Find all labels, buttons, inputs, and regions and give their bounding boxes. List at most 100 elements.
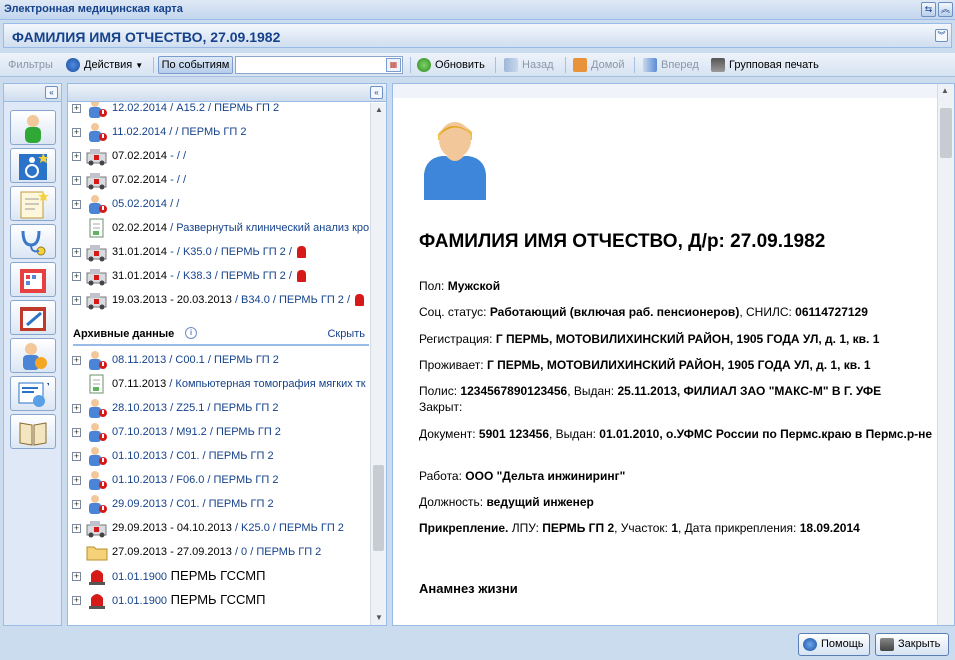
tree-row-text: 05.02.2014 / / [112,192,179,216]
nav-doctor-button[interactable] [10,338,56,373]
expand-toggle-icon[interactable]: + [72,248,81,257]
group-print-button[interactable]: Групповая печать [711,57,819,73]
archive-tree-row[interactable]: +01.01.1900 ПЕРМЬ ГССМП [72,564,370,588]
refresh-icon[interactable]: ⇆ [921,2,936,17]
anamnesis-heading: Анамнез жизни [419,581,518,596]
close-door-icon [880,638,894,651]
scroll-up-icon[interactable]: ▲ [374,105,384,115]
search-input[interactable] [235,56,403,74]
archive-tree-row[interactable]: +01.10.2013 / C01. / ПЕРМЬ ГП 2 [72,444,370,468]
tree-scrollbar[interactable]: ▲ ▼ [370,103,386,625]
doc-icon [86,374,108,394]
by-events-button[interactable]: По событиям [158,56,233,74]
group-print-label: Групповая печать [729,59,819,71]
expand-toggle-icon[interactable]: + [72,104,81,113]
chevron-up-icon[interactable]: ︽ [938,2,953,17]
tree-row[interactable]: 02.02.2014 / Развернутый клинический ана… [72,216,370,240]
archive-tree-row[interactable]: 27.09.2013 - 27.09.2013 / 0 / ПЕРМЬ ГП 2 [72,540,370,564]
archive-tree-row[interactable]: +01.10.2013 / F06.0 / ПЕРМЬ ГП 2 [72,468,370,492]
tree-row-text: 01.10.2013 / C01. / ПЕРМЬ ГП 2 [112,444,274,468]
tree-row-date: 07.02.2014 [112,150,168,162]
refresh-button[interactable]: Обновить [417,57,485,73]
archive-tree-row[interactable]: +08.11.2013 / C00.1 / ПЕРМЬ ГП 2 [72,348,370,372]
calendar-icon[interactable]: ▦ [386,58,401,72]
nav-report-button[interactable] [10,376,56,411]
close-button[interactable]: Закрыть [875,633,949,656]
back-button[interactable]: Назад [504,57,554,73]
collapse-left-icon[interactable]: « [45,86,58,99]
tree-row[interactable]: +05.02.2014 / / [72,192,370,216]
expand-toggle-icon[interactable]: + [72,128,81,137]
nav-certificate-button[interactable] [10,186,56,221]
expand-toggle-icon[interactable]: + [72,452,81,461]
archive-tree-row[interactable]: +28.10.2013 / Z25.1 / ПЕРМЬ ГП 2 [72,396,370,420]
expand-toggle-icon[interactable]: + [72,356,81,365]
nav-stethoscope-button[interactable] [10,224,56,259]
expand-toggle-icon[interactable]: + [72,176,81,185]
expand-toggle-icon[interactable]: + [72,476,81,485]
expand-toggle-icon[interactable]: + [72,596,81,605]
forward-button[interactable]: Вперед [643,57,699,73]
actions-menu-button[interactable]: Действия ▼ [66,57,143,73]
nav-schedule-button[interactable] [10,300,56,335]
alarm-icon [355,294,365,307]
expand-toggle-icon[interactable]: + [72,572,81,581]
nav-book-button[interactable] [10,414,56,449]
scroll-down-icon[interactable]: ▼ [374,613,384,623]
nav-disability-button[interactable] [10,148,56,183]
toolbar-separator [565,57,566,73]
patient-avatar-icon [424,122,486,200]
tree-row-desc: - / / [167,150,187,162]
scroll-up-icon[interactable]: ▲ [941,86,949,95]
arrow-right-icon [643,58,657,73]
help-button[interactable]: Помощь [798,633,870,656]
nav-calendar-button[interactable] [10,262,56,297]
left-nav-panel: « [3,83,62,626]
chevron-down-icon[interactable]: ︾ [935,29,948,42]
archive-tree-row[interactable]: +01.01.1900 ПЕРМЬ ГССМП [72,588,370,612]
expand-toggle-icon[interactable]: + [72,152,81,161]
detail-header-strip [393,84,954,98]
archive-tree-row[interactable]: 07.11.2013 / Компьютерная томография мяг… [72,372,370,396]
window-titlebar: Электронная медицинская карта ⇆ ︽ [0,0,955,20]
tree-row-date: 01.01.1900 [112,571,168,583]
archive-hide-link[interactable]: Скрыть [327,328,365,340]
detail-scrollbar-thumb[interactable] [940,108,952,158]
tree-row-text: 08.11.2013 / C00.1 / ПЕРМЬ ГП 2 [112,348,279,372]
tree-row-date: 29.09.2013 [112,498,168,510]
tree-row[interactable]: +11.02.2014 / / ПЕРМЬ ГП 2 [72,120,370,144]
expand-toggle-icon[interactable]: + [72,500,81,509]
tree-row[interactable]: +19.03.2013 - 20.03.2013 / B34.0 / ПЕРМЬ… [72,288,370,312]
expand-toggle-icon[interactable]: + [72,200,81,209]
tree-scrollbar-thumb[interactable] [373,465,384,551]
tree-row-date: 01.01.1900 [112,595,168,607]
archive-tree-row[interactable]: +07.10.2013 / M91.2 / ПЕРМЬ ГП 2 [72,420,370,444]
nav-patient-button[interactable] [10,110,56,145]
ambulance-icon [86,518,108,538]
expand-toggle-icon[interactable]: + [72,428,81,437]
toolbar: Фильтры Действия ▼ По событиям ▦ Обновит… [0,53,955,77]
tree-row[interactable]: +07.02.2014 - / / [72,144,370,168]
events-tree-header: « [68,84,386,102]
tree-row-text: 07.10.2013 / M91.2 / ПЕРМЬ ГП 2 [112,420,281,444]
expand-toggle-icon[interactable]: + [72,404,81,413]
detail-scrollbar[interactable]: ▲ [937,84,954,625]
doctor-icon [86,422,108,442]
home-button[interactable]: Домой [573,57,625,73]
collapse-tree-icon[interactable]: « [370,86,383,99]
expand-toggle-icon[interactable]: + [72,296,81,305]
tree-row-date: 07.10.2013 [112,426,168,438]
tree-row[interactable]: +07.02.2014 - / / [72,168,370,192]
archive-tree-row[interactable]: +29.09.2013 - 04.10.2013 / K25.0 / ПЕРМЬ… [72,516,370,540]
tree-row-date: 19.03.2013 - 20.03.2013 [112,294,232,306]
detail-policy-closed: Закрыт: [419,400,463,414]
info-icon[interactable]: i [185,327,197,339]
tree-row[interactable]: +31.01.2014 - / K35.0 / ПЕРМЬ ГП 2 / [72,240,370,264]
expand-toggle-icon[interactable]: + [72,524,81,533]
tree-row-date: 29.09.2013 - 04.10.2013 [112,522,232,534]
tree-row[interactable]: +31.01.2014 - / K38.3 / ПЕРМЬ ГП 2 / [72,264,370,288]
tree-row-date: 07.02.2014 [112,174,168,186]
expand-toggle-icon[interactable]: + [72,272,81,281]
archive-tree-row[interactable]: +29.09.2013 / C01. / ПЕРМЬ ГП 2 [72,492,370,516]
ambulance-icon [86,266,108,286]
